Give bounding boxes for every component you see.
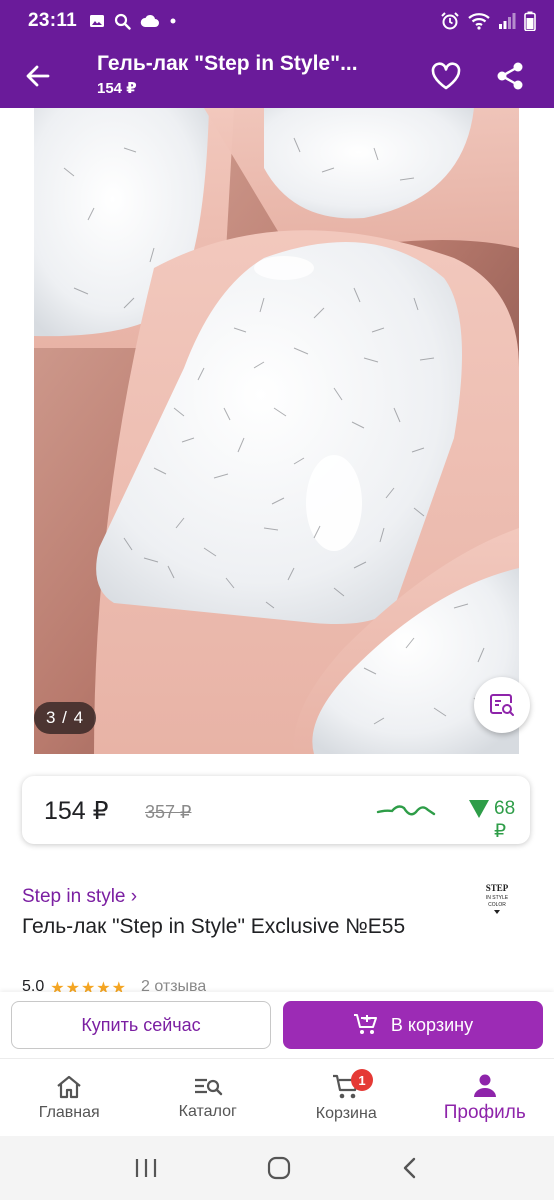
- home-icon: [57, 1075, 81, 1098]
- dot-icon: [170, 18, 176, 24]
- nav-label-home: Главная: [38, 1103, 100, 1121]
- product-photo-nail: [34, 108, 519, 754]
- catalog-search-icon: [194, 1078, 222, 1095]
- svg-text:IN STYLE: IN STYLE: [486, 895, 509, 901]
- add-to-cart-label: В корзину: [390, 1014, 474, 1035]
- price-history-sparkline-icon[interactable]: [376, 796, 436, 824]
- rating-row[interactable]: 5.0 ★★★★★ 2 отзыва: [22, 978, 206, 992]
- price-card[interactable]: 154 ₽ 357 ₽ 68 ₽: [22, 776, 530, 844]
- nav-label-cart: Корзина: [315, 1104, 377, 1122]
- price-old: 357 ₽: [145, 802, 192, 822]
- nav-item-cart[interactable]: 1 Корзина: [277, 1059, 416, 1136]
- favorite-button[interactable]: [426, 56, 466, 96]
- svg-text:COLOR: COLOR: [488, 902, 506, 908]
- nav-item-home[interactable]: Главная: [0, 1059, 139, 1136]
- battery-icon: [524, 11, 536, 31]
- share-icon: [497, 62, 523, 90]
- nav-item-catalog[interactable]: Каталог: [139, 1059, 278, 1136]
- product-name: Гель-лак "Step in Style" Exclusive №E55: [22, 915, 406, 938]
- page-title: Гель-лак "Step in Style"...: [97, 52, 358, 75]
- status-time: 23:11: [28, 10, 78, 31]
- profile-icon: [473, 1074, 496, 1097]
- image-icon: [90, 15, 105, 27]
- home-circle-icon[interactable]: [266, 1155, 292, 1181]
- rating-value: 5.0: [22, 978, 45, 992]
- brand-link[interactable]: Step in style ›: [22, 886, 137, 908]
- cart-count-badge: 1: [351, 1069, 373, 1091]
- page-subtitle-price: 154 ₽: [97, 80, 137, 97]
- status-system-icons: [440, 11, 536, 31]
- alarm-icon: [441, 12, 459, 30]
- purchase-action-bar: Купить сейчас В корзину: [0, 992, 554, 1058]
- back-arrow-icon: [26, 65, 50, 87]
- nav-item-profile[interactable]: Профиль: [416, 1059, 554, 1136]
- rating-stars: ★★★★★: [50, 980, 127, 992]
- system-navigation-bar: [0, 1136, 554, 1200]
- cloud-icon: [140, 14, 160, 27]
- visual-search-button[interactable]: [474, 677, 530, 733]
- buy-now-button[interactable]: Купить сейчас: [11, 1001, 271, 1049]
- cart-add-icon: [353, 1014, 377, 1034]
- status-notification-icons: [89, 13, 177, 30]
- nav-label-profile: Профиль: [443, 1101, 526, 1123]
- price-current: 154 ₽: [44, 797, 109, 825]
- heart-outline-icon: [431, 62, 461, 90]
- image-search-icon: [490, 694, 514, 716]
- signal-icon: [499, 13, 516, 29]
- recent-apps-icon[interactable]: [134, 1157, 158, 1179]
- wifi-icon: [468, 13, 490, 30]
- price-drop-amount: 68 ₽: [494, 798, 516, 842]
- nav-label-catalog: Каталог: [178, 1102, 237, 1120]
- system-back-icon[interactable]: [400, 1156, 420, 1180]
- search-icon: [114, 13, 131, 30]
- brand-logo[interactable]: STEP IN STYLE COLOR: [482, 882, 512, 916]
- svg-text:STEP: STEP: [486, 883, 509, 893]
- app-bar: Гель-лак "Step in Style"... 154 ₽: [0, 42, 554, 108]
- status-bar: 23:11: [0, 0, 554, 42]
- price-drop-arrow-icon: [469, 800, 489, 818]
- product-image-gallery[interactable]: [34, 108, 519, 754]
- share-button[interactable]: [490, 56, 530, 96]
- gallery-page-counter: 3 / 4: [34, 702, 96, 734]
- add-to-cart-button[interactable]: В корзину: [283, 1001, 543, 1049]
- bottom-navigation: Главная Каталог 1 Корзина Профиль: [0, 1058, 554, 1136]
- reviews-count[interactable]: 2 отзыва: [141, 978, 206, 992]
- back-button[interactable]: [18, 56, 58, 96]
- title-block: Гель-лак "Step in Style"... 154 ₽: [97, 50, 417, 99]
